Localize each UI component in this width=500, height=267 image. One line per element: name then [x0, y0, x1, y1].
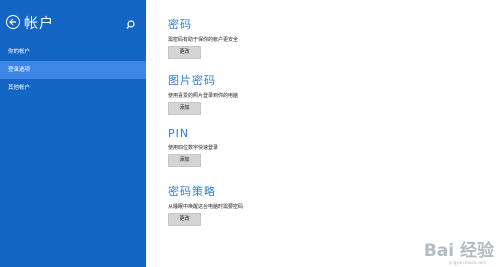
- sidebar-item-sign-in-options[interactable]: 登录选项: [0, 61, 146, 79]
- sidebar-item-your-account[interactable]: 你的帐户: [0, 43, 146, 61]
- back-arrow-icon[interactable]: [6, 15, 20, 29]
- section-password: 密码 需密码有助于保你的帐户更安全 更改: [168, 16, 238, 59]
- sidebar-item-other-accounts[interactable]: 其他帐户: [0, 79, 146, 97]
- section-title: 密码: [168, 18, 192, 31]
- sidebar: 帐户 你的帐户 登录选项 其他帐户: [0, 0, 146, 267]
- section-title: PIN: [168, 127, 190, 140]
- watermark-url: jingyan.baidu.com: [449, 260, 486, 265]
- section-description: 使用喜爱的照片登录到你的电脑: [168, 93, 239, 99]
- section-pin: PIN 使用四位数字快速登录 添加: [168, 127, 218, 167]
- section-description: 从睡眠中唤醒这台电脑时需要密码: [168, 204, 244, 210]
- section-description: 需密码有助于保你的帐户更安全: [168, 37, 239, 43]
- section-title: 图片密码: [168, 74, 216, 87]
- add-picture-password-button[interactable]: 添加: [168, 102, 201, 115]
- sidebar-nav: 你的帐户 登录选项 其他帐户: [0, 43, 146, 97]
- sidebar-header: 帐户: [4, 14, 142, 34]
- section-password-policy: 密码策略 从睡眠中唤醒这台电脑时需要密码 更改: [168, 183, 243, 226]
- section-picture-password: 图片密码 使用喜爱的照片登录到你的电脑 添加: [168, 72, 238, 115]
- section-title: 密码策略: [168, 185, 216, 198]
- search-icon[interactable]: [126, 16, 138, 29]
- add-pin-button[interactable]: 添加: [168, 154, 201, 167]
- change-password-policy-button[interactable]: 更改: [168, 213, 201, 226]
- section-description: 使用四位数字快速登录: [168, 145, 219, 151]
- change-password-button[interactable]: 更改: [168, 46, 201, 59]
- watermark-logo: Bai 经验: [423, 241, 494, 261]
- sidebar-title: 帐户: [24, 16, 54, 32]
